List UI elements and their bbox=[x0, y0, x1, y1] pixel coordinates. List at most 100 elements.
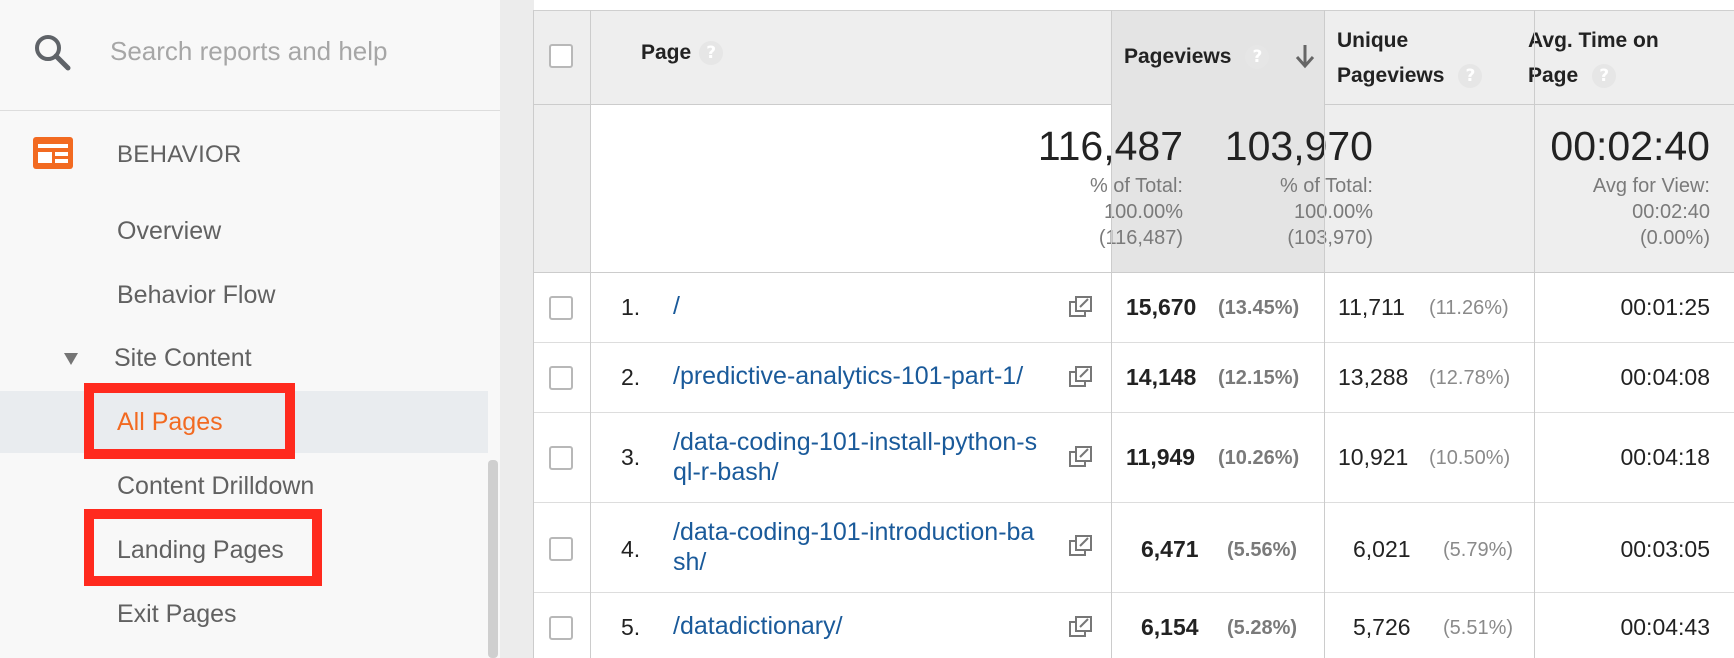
pct-of: (116,487) bbox=[1098, 227, 1183, 249]
nav-item-label: Exit Pages bbox=[117, 600, 237, 628]
avg-time-value: 00:04:08 bbox=[1620, 364, 1710, 390]
panel-divider bbox=[500, 0, 534, 658]
pct-value: 100.00% bbox=[1294, 201, 1373, 223]
highlight-box-landing-pages bbox=[84, 509, 322, 586]
row-index: 1. bbox=[621, 294, 641, 320]
help-icon[interactable]: ? bbox=[699, 41, 724, 66]
avg-column-label-line2: Page bbox=[1528, 64, 1579, 87]
page-link[interactable]: /data-coding-101-install-python-s ql-r-b… bbox=[673, 427, 1063, 487]
unique-pageviews-pct: (5.79%) bbox=[1443, 539, 1514, 561]
row-index: 5. bbox=[621, 614, 641, 640]
page-column-header[interactable]: Page? bbox=[641, 35, 724, 70]
table-header: Page? Pageviews? Unique Pageviews? Avg. … bbox=[533, 10, 1734, 105]
pct-of: (103,970) bbox=[1287, 227, 1373, 249]
column-divider bbox=[1324, 10, 1325, 658]
nav-item-behavior-flow[interactable]: Behavior Flow bbox=[0, 264, 488, 326]
total-pageviews-pct: % of Total: 100.00% (116,487) bbox=[1090, 173, 1183, 251]
unique-pageviews-pct: (10.50%) bbox=[1429, 447, 1511, 469]
sort-descending-icon[interactable] bbox=[1295, 43, 1315, 69]
open-link-icon[interactable] bbox=[1069, 366, 1093, 388]
page-link[interactable]: / bbox=[673, 291, 1063, 321]
totals-row: 116,487 % of Total: 100.00% (116,487) 10… bbox=[533, 105, 1734, 273]
sidebar: BEHAVIOR Overview Behavior Flow Site Con… bbox=[0, 0, 500, 658]
pct-label: % of Total: bbox=[1089, 175, 1183, 197]
avg-time-value: 00:04:18 bbox=[1620, 444, 1710, 470]
row-index: 2. bbox=[621, 364, 641, 390]
row-index: 3. bbox=[621, 444, 641, 470]
page-link-line2: ql-r-bash/ bbox=[673, 458, 779, 486]
behavior-icon bbox=[33, 137, 73, 169]
select-all-checkbox[interactable] bbox=[549, 44, 573, 68]
highlight-box-all-pages bbox=[84, 383, 295, 459]
nav-item-label: Site Content bbox=[114, 344, 252, 372]
nav-item-label: Content Drilldown bbox=[117, 472, 315, 500]
avg-time-column-header[interactable]: Avg. Time on Page? bbox=[1528, 23, 1659, 93]
pageviews-value: 14,148 bbox=[1126, 364, 1197, 390]
unique-pageviews-column-header[interactable]: Unique Pageviews? bbox=[1337, 23, 1483, 93]
row-checkbox[interactable] bbox=[549, 296, 573, 320]
avg-time-value: 00:04:43 bbox=[1620, 614, 1710, 640]
column-divider bbox=[1111, 10, 1112, 658]
pageviews-value: 11,949 bbox=[1126, 444, 1196, 470]
unique-pageviews-pct: (12.78%) bbox=[1429, 367, 1511, 389]
row-checkbox[interactable] bbox=[549, 616, 573, 640]
unique-pageviews-value: 5,726 bbox=[1353, 614, 1411, 640]
nav-item-label: Overview bbox=[117, 217, 222, 245]
page-link[interactable]: /datadictionary/ bbox=[673, 611, 1063, 641]
page-link-line1: /data-coding-101-install-python-s bbox=[673, 428, 1038, 456]
pageviews-pct: (5.56%) bbox=[1227, 539, 1298, 561]
page-link[interactable]: /predictive-analytics-101-part-1/ bbox=[673, 361, 1063, 391]
pageviews-column-label: Pageviews bbox=[1124, 45, 1232, 68]
nav-item-label: Behavior Flow bbox=[117, 281, 276, 309]
pct-label: % of Total: bbox=[1279, 175, 1373, 197]
row-checkbox[interactable] bbox=[549, 537, 573, 561]
pageviews-column-header[interactable]: Pageviews? bbox=[1124, 39, 1270, 74]
open-link-icon[interactable] bbox=[1069, 535, 1093, 557]
nav-item-site-content[interactable]: Site Content bbox=[0, 327, 488, 389]
help-icon[interactable]: ? bbox=[1458, 64, 1483, 89]
total-avg-compare: Avg for View: 00:02:40 (0.00%) bbox=[1593, 173, 1710, 251]
unique-pageviews-value: 6,021 bbox=[1353, 536, 1411, 562]
column-divider bbox=[590, 10, 591, 658]
row-checkbox[interactable] bbox=[549, 446, 573, 470]
unique-pageviews-value: 11,711 bbox=[1338, 294, 1405, 320]
avg-label: Avg for View: bbox=[1592, 175, 1710, 197]
pageviews-value: 15,670 bbox=[1126, 294, 1197, 320]
open-link-icon[interactable] bbox=[1069, 296, 1093, 318]
avg-column-label-line1: Avg. Time on bbox=[1528, 29, 1659, 52]
column-divider bbox=[533, 10, 534, 658]
help-icon[interactable]: ? bbox=[1245, 45, 1270, 70]
nav-item-content-drilldown[interactable]: Content Drilldown bbox=[0, 455, 488, 517]
sidebar-scrollbar[interactable] bbox=[488, 460, 498, 658]
avg-value: 00:02:40 bbox=[1632, 201, 1710, 223]
pageviews-value: 6,154 bbox=[1141, 614, 1199, 640]
unique-column-label-line2: Pageviews bbox=[1337, 64, 1445, 87]
pageviews-value: 6,471 bbox=[1141, 536, 1199, 562]
total-unique-pageviews: 103,970 bbox=[1224, 123, 1373, 169]
page-link-line1: /data-coding-101-introduction-ba bbox=[673, 518, 1035, 546]
page-link[interactable]: /data-coding-101-introduction-ba sh/ bbox=[673, 517, 1063, 577]
totals-page-cell bbox=[590, 105, 1112, 272]
total-avg-time: 00:02:40 bbox=[1550, 123, 1710, 169]
open-link-icon[interactable] bbox=[1069, 446, 1093, 468]
avg-diff: (0.00%) bbox=[1639, 227, 1710, 249]
nav-item-exit-pages[interactable]: Exit Pages bbox=[0, 583, 488, 645]
unique-pageviews-pct: (11.26%) bbox=[1429, 297, 1509, 319]
pct-value: 100.00% bbox=[1104, 201, 1183, 223]
table-row: 3. /data-coding-101-install-python-s ql-… bbox=[533, 413, 1734, 503]
search-icon[interactable] bbox=[32, 32, 72, 72]
help-icon[interactable]: ? bbox=[1592, 64, 1617, 89]
open-link-icon[interactable] bbox=[1069, 616, 1093, 638]
nav-item-overview[interactable]: Overview bbox=[0, 200, 488, 262]
search-input[interactable] bbox=[110, 28, 470, 74]
unique-pageviews-value: 13,288 bbox=[1338, 364, 1409, 390]
row-checkbox[interactable] bbox=[549, 366, 573, 390]
pageviews-pct: (12.15%) bbox=[1218, 367, 1300, 389]
pages-table: Page? Pageviews? Unique Pageviews? Avg. … bbox=[533, 0, 1734, 658]
avg-time-value: 00:01:25 bbox=[1620, 294, 1710, 320]
unique-column-label-line1: Unique bbox=[1337, 29, 1409, 52]
total-unique-pct: % of Total: 100.00% (103,970) bbox=[1280, 173, 1373, 251]
search-bar bbox=[0, 0, 500, 111]
triangle-down-icon bbox=[64, 353, 78, 365]
section-title: BEHAVIOR bbox=[117, 141, 242, 168]
